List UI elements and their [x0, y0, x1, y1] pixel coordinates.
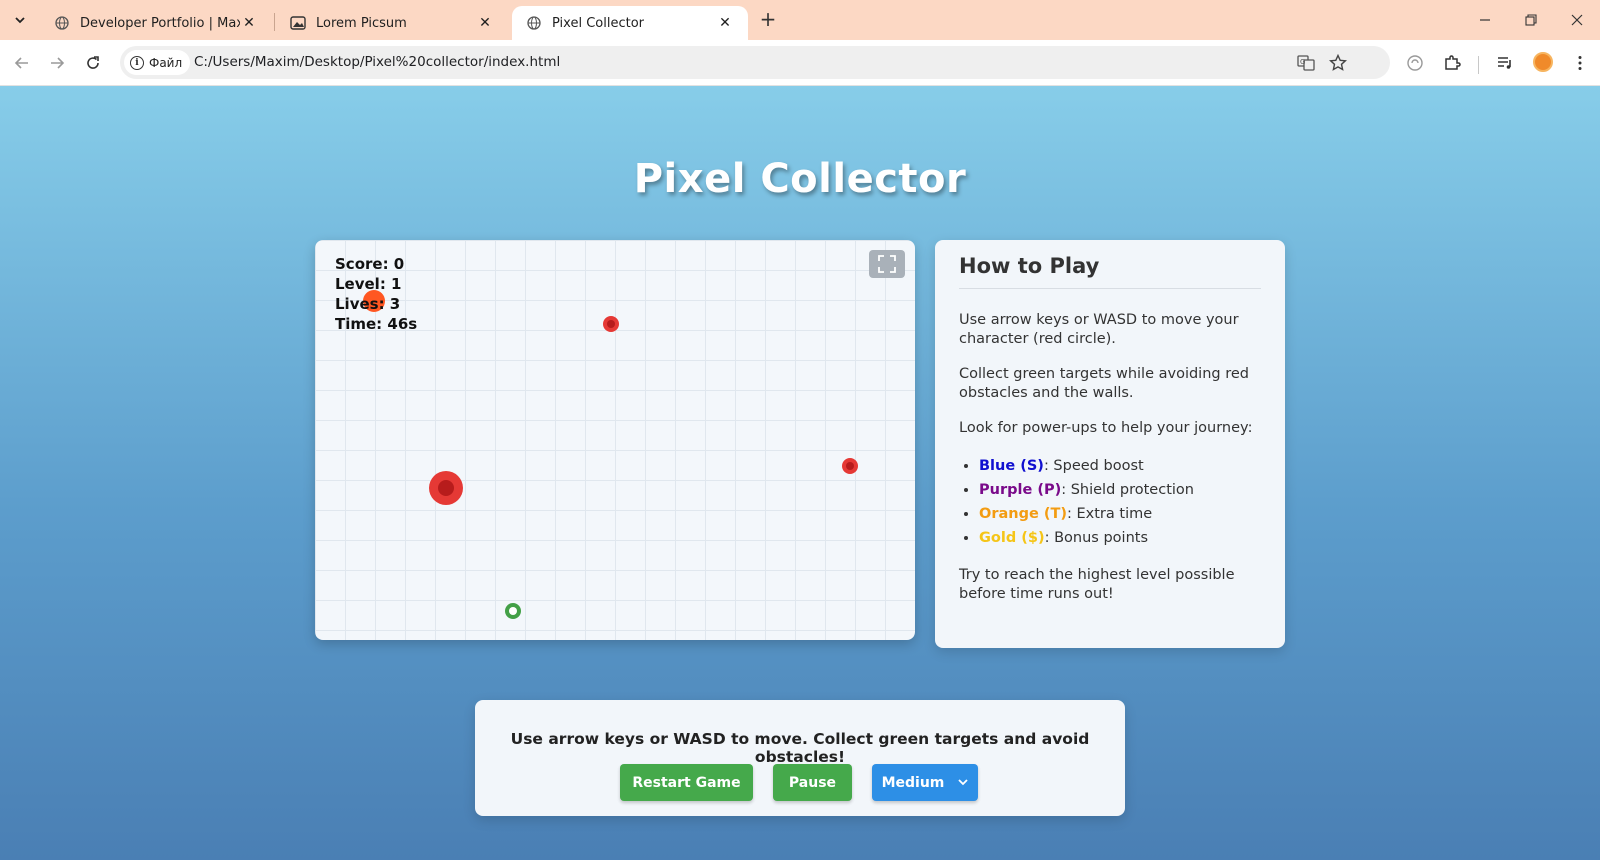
fullscreen-button[interactable] — [869, 250, 905, 278]
arrow-right-icon — [51, 57, 65, 69]
restore-button[interactable] — [1516, 8, 1546, 32]
instructions-move: Use arrow keys or WASD to move your char… — [959, 312, 1239, 347]
media-queue-icon — [1498, 57, 1511, 69]
obstacle-large — [429, 471, 463, 505]
page-title: Pixel Collector — [633, 156, 967, 202]
fullscreen-icon — [878, 255, 896, 273]
powerup-name: Orange (T) — [979, 506, 1067, 522]
tab-bar: Developer Portfolio | Maxim Mk ✕ Lorem P… — [0, 0, 1600, 40]
minimize-button[interactable] — [1470, 8, 1500, 32]
powerup-item: Orange (T): Extra time — [979, 502, 1261, 526]
site-info-chip[interactable]: i Файл — [124, 50, 191, 75]
window-close-button[interactable] — [1562, 8, 1592, 32]
powerup-list: Blue (S): Speed boost Purple (P): Shield… — [979, 454, 1261, 550]
powerup-name: Blue (S) — [979, 458, 1044, 474]
profile-avatar[interactable] — [1533, 52, 1553, 72]
tab-search-button[interactable] — [8, 8, 32, 32]
chevron-down-icon — [958, 776, 969, 789]
tab-separator — [274, 13, 275, 31]
powerup-desc: : Extra time — [1067, 506, 1153, 522]
site-chip-label: Файл — [149, 55, 183, 70]
browser-toolbar: i Файл C:/Users/Maxim/Desktop/Pixel%20co… — [0, 40, 1600, 86]
address-bar[interactable]: i Файл C:/Users/Maxim/Desktop/Pixel%20co… — [120, 46, 1390, 79]
url-text[interactable]: C:/Users/Maxim/Desktop/Pixel%20collector… — [194, 54, 560, 70]
powerup-item: Purple (P): Shield protection — [979, 478, 1261, 502]
globe-icon — [526, 15, 542, 31]
back-button[interactable] — [10, 51, 34, 75]
level-display: Level: 1 — [335, 275, 402, 293]
close-icon — [1571, 14, 1583, 26]
browser-menu-button[interactable] — [1568, 51, 1592, 75]
reload-button[interactable] — [81, 51, 105, 75]
game-canvas[interactable]: Score: 0 Level: 1 Lives: 3 Time: 46s — [315, 240, 915, 640]
extension-button[interactable] — [1403, 51, 1427, 75]
time-display: Time: 46s — [335, 315, 418, 333]
tab-title: Developer Portfolio | Maxim Mk — [80, 15, 240, 31]
tab-title: Pixel Collector — [552, 15, 644, 31]
media-control-button[interactable] — [1493, 51, 1517, 75]
globe-icon — [54, 15, 70, 31]
tab-lorem-picsum[interactable]: Lorem Picsum ✕ — [276, 6, 508, 40]
info-icon: i — [130, 55, 144, 70]
performance-icon — [1407, 55, 1423, 71]
lives-display: Lives: 3 — [335, 295, 401, 313]
game-controls-panel: Use arrow keys or WASD to move. Collect … — [475, 700, 1125, 816]
how-to-play-heading: How to Play — [959, 254, 1261, 289]
powerup-desc: : Bonus points — [1044, 530, 1148, 546]
bookmark-button[interactable] — [1327, 52, 1349, 74]
difficulty-select[interactable]: Medium — [872, 764, 978, 801]
reload-icon — [87, 56, 99, 69]
extensions-button[interactable] — [1440, 51, 1464, 75]
more-vert-icon — [1578, 56, 1582, 70]
game-hud: Score: 0 Level: 1 Lives: 3 Time: 46s — [335, 254, 417, 334]
difficulty-selected-value: Medium — [881, 774, 945, 791]
chevron-down-icon — [15, 17, 25, 24]
star-icon — [1329, 54, 1347, 71]
instructions-goal: Try to reach the highest level possible … — [959, 567, 1235, 602]
arrow-left-icon — [14, 57, 28, 69]
powerup-desc: : Speed boost — [1043, 458, 1144, 474]
obstacle — [842, 458, 858, 474]
instructions-collect: Collect green targets while avoiding red… — [959, 366, 1249, 401]
how-to-play-panel: How to Play Use arrow keys or WASD to mo… — [935, 240, 1285, 648]
forward-button[interactable] — [45, 51, 69, 75]
powerup-item: Blue (S): Speed boost — [979, 454, 1261, 478]
restore-icon — [1525, 14, 1537, 26]
new-tab-button[interactable]: + — [757, 9, 779, 31]
powerup-item: Gold ($): Bonus points — [979, 526, 1261, 550]
svg-text:G: G — [1300, 58, 1305, 66]
minimize-icon — [1480, 19, 1490, 21]
close-icon[interactable]: ✕ — [476, 14, 494, 32]
restart-game-button[interactable]: Restart Game — [620, 764, 753, 801]
target — [505, 603, 521, 619]
powerup-name: Purple (P) — [979, 482, 1062, 498]
powerup-desc: : Shield protection — [1061, 482, 1194, 498]
tab-pixel-collector[interactable]: Pixel Collector ✕ — [512, 6, 748, 40]
page-viewport: Pixel Collector Score: 0 Level: 1 Lives:… — [0, 86, 1600, 860]
toolbar-separator — [1478, 56, 1479, 74]
close-icon[interactable]: ✕ — [716, 14, 734, 32]
obstacle — [603, 316, 619, 332]
powerup-name: Gold ($) — [979, 530, 1045, 546]
puzzle-icon — [1445, 55, 1461, 70]
translate-button[interactable]: G — [1295, 52, 1317, 74]
score-display: Score: 0 — [335, 255, 405, 273]
instructions-powerups: Look for power-ups to help your journey: — [959, 420, 1253, 436]
close-icon[interactable]: ✕ — [240, 14, 258, 32]
controls-message: Use arrow keys or WASD to move. Collect … — [510, 730, 1090, 766]
tab-title: Lorem Picsum — [316, 15, 407, 31]
tab-developer-portfolio[interactable]: Developer Portfolio | Maxim Mk ✕ — [40, 6, 272, 40]
pause-button[interactable]: Pause — [773, 764, 852, 801]
image-icon — [290, 15, 306, 31]
translate-icon: G — [1297, 55, 1315, 71]
